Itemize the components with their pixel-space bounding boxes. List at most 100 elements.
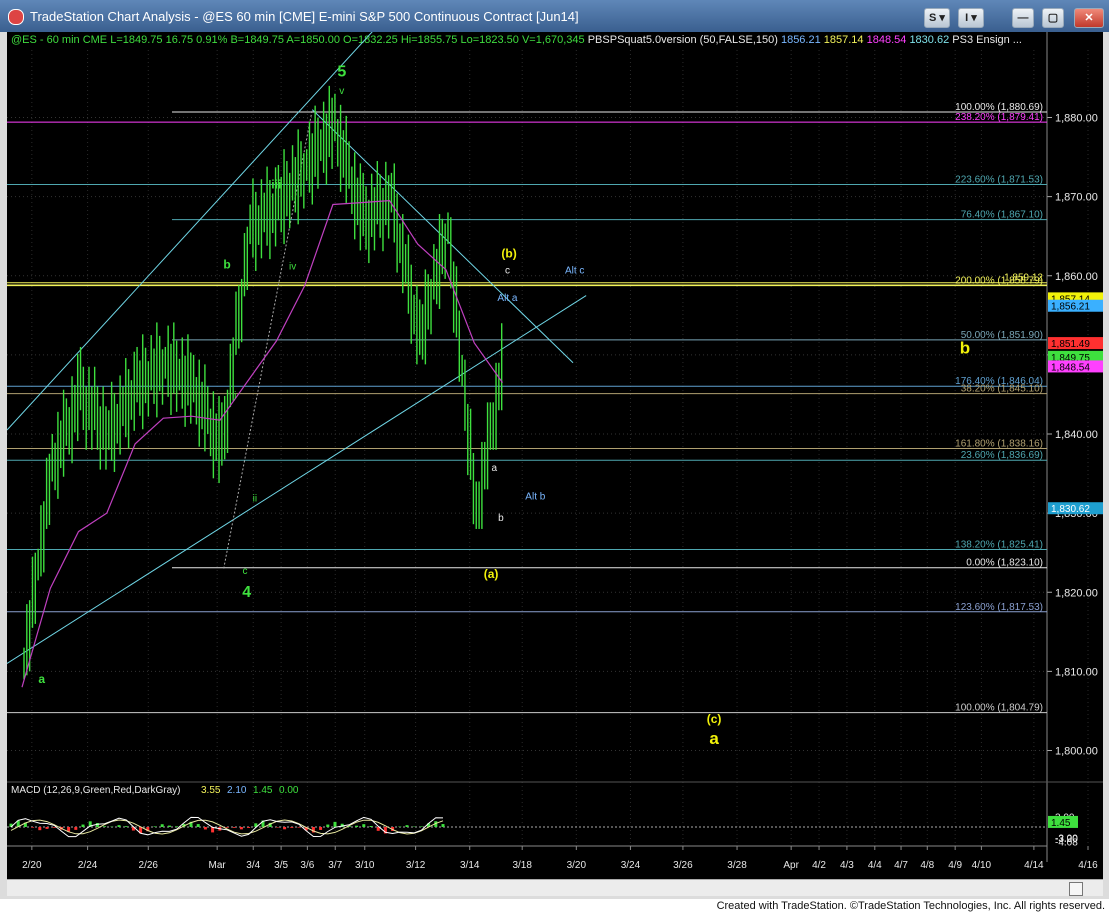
date-axis-label: 2/26 [139,860,159,871]
fib-level-label: 138.20% (1,825.41) [955,539,1043,550]
date-axis-label: 3/14 [460,860,480,871]
fib-level-label: 100.00% (1,804.79) [955,703,1043,714]
date-axis-label: 4/16 [1078,860,1098,871]
wave-label: (b) [501,247,516,261]
price-chart-svg[interactable]: 1,880.001,870.001,860.001,850.001,840.00… [7,32,1103,879]
wave-label: a [492,463,498,474]
wave-label: i [234,390,236,401]
date-axis-label: 3/24 [621,860,641,871]
fib-level-label: 76.40% (1,867.10) [961,210,1043,221]
wave-label: v [339,86,344,97]
macd-value: 1.45 [253,785,273,796]
minimize-icon: — [1017,12,1029,24]
wave-label: b [223,258,230,272]
macd-axis-label: -3.00 [1055,834,1078,845]
price-axis-label: 1,870.00 [1055,192,1098,204]
date-axis-label: 3/4 [246,860,260,871]
footer-text: Created with TradeStation. ©TradeStation… [716,900,1105,912]
fib-level-label: 1,859.12 [1004,273,1043,284]
wave-label: a [38,672,45,686]
wave-label: 5 [337,63,346,80]
wave-label: 4 [242,584,251,601]
copyright-footer: Created with TradeStation. ©TradeStation… [0,899,1109,913]
date-axis-label: 4/2 [812,860,826,871]
date-axis-label: Mar [209,860,227,871]
wave-label: c [243,566,248,577]
date-axis-label: 3/28 [727,860,747,871]
date-axis-label: 3/10 [355,860,375,871]
window-title: TradeStation Chart Analysis - @ES 60 min… [30,9,579,24]
date-axis-label: 2/24 [78,860,98,871]
price-tag-label: 1,830.62 [1051,504,1090,515]
horizontal-scrollbar[interactable] [7,879,1103,896]
fib-level-label: 238.20% (1,879.41) [955,112,1043,123]
fib-level-label: 38.20% (1,845.10) [961,384,1043,395]
tradestation-window: TradeStation Chart Analysis - @ES 60 min… [0,0,1109,900]
price-axis-label: 1,880.00 [1055,113,1098,125]
macd-value: 0.00 [279,785,299,796]
wave-label: ii [253,493,257,504]
date-axis-label: 4/10 [972,860,992,871]
fib-level-label: 123.60% (1,817.53) [955,602,1043,613]
date-axis-label: 2/20 [22,860,42,871]
wave-label: Alt c [565,265,584,276]
wave-label: Alt b [525,492,545,503]
wave-label: b [960,338,970,357]
s-menu-button[interactable]: S ▾ [924,8,950,28]
date-axis-label: Apr [783,860,799,871]
fib-level-label: 23.60% (1,836.69) [961,450,1043,461]
maximize-button[interactable]: ▢ [1042,8,1064,28]
chart-area[interactable]: @ES - 60 min CME L=1849.75 16.75 0.91% B… [7,32,1103,879]
price-axis-label: 1,810.00 [1055,666,1098,678]
date-axis-label: 4/4 [868,860,882,871]
channel-lower-line [7,295,587,664]
wave-label: (c) [707,712,722,726]
fib-level-label: 223.60% (1,871.53) [955,175,1043,186]
minimize-button[interactable]: — [1012,8,1034,28]
date-axis-label: 4/8 [920,860,934,871]
moving-average-line [21,199,503,688]
fib-level-label: 161.80% (1,838.16) [955,439,1043,450]
wave-label: Alt a [497,293,517,304]
wave-label: b [498,513,504,524]
date-axis-label: 3/12 [406,860,426,871]
close-button[interactable]: ✕ [1074,8,1104,28]
i-menu-label: I [965,12,969,24]
price-axis-label: 1,860.00 [1055,271,1098,283]
price-tag-label: 1,851.49 [1051,339,1090,350]
fib-level-label: 50.00% (1,851.90) [961,330,1043,341]
price-axis-label: 1,840.00 [1055,429,1098,441]
date-axis-label: 4/9 [948,860,962,871]
date-axis-label: 3/26 [673,860,693,871]
date-axis-label: 3/7 [328,860,342,871]
wave-label: (a) [484,567,499,581]
date-axis-label: 4/7 [894,860,908,871]
date-axis-label: 4/3 [840,860,854,871]
macd-tag-label: 1.45 [1051,818,1071,829]
wave-label: iv [289,261,296,272]
s-menu-label: S [929,12,937,24]
wave-label: c [505,265,510,276]
tradestation-logo-icon [8,9,24,25]
macd-value: 2.10 [227,785,247,796]
i-menu-button[interactable]: I ▾ [958,8,984,28]
close-icon: ✕ [1084,12,1094,24]
price-tag-label: 1,856.21 [1051,302,1090,313]
date-axis-label: 3/5 [274,860,288,871]
fib-level-label: 0.00% (1,823.10) [966,558,1043,569]
projection-dotted-line [223,109,313,569]
maximize-icon: ▢ [1047,12,1059,24]
macd-value: 3.55 [201,785,221,796]
date-axis-label: 3/6 [300,860,314,871]
price-axis-label: 1,800.00 [1055,746,1098,758]
title-bar[interactable]: TradeStation Chart Analysis - @ES 60 min… [0,0,1109,32]
wave-label: iii [271,178,281,192]
macd-title: MACD (12,26,9,Green,Red,DarkGray) [11,785,181,796]
wave-label: a [709,729,719,748]
price-axis-label: 1,820.00 [1055,587,1098,599]
date-axis-label: 3/20 [567,860,587,871]
scroll-thumb[interactable] [1069,882,1083,896]
date-axis-label: 3/18 [512,860,532,871]
date-axis-label: 4/14 [1024,860,1044,871]
price-tag-label: 1,848.54 [1051,362,1090,373]
